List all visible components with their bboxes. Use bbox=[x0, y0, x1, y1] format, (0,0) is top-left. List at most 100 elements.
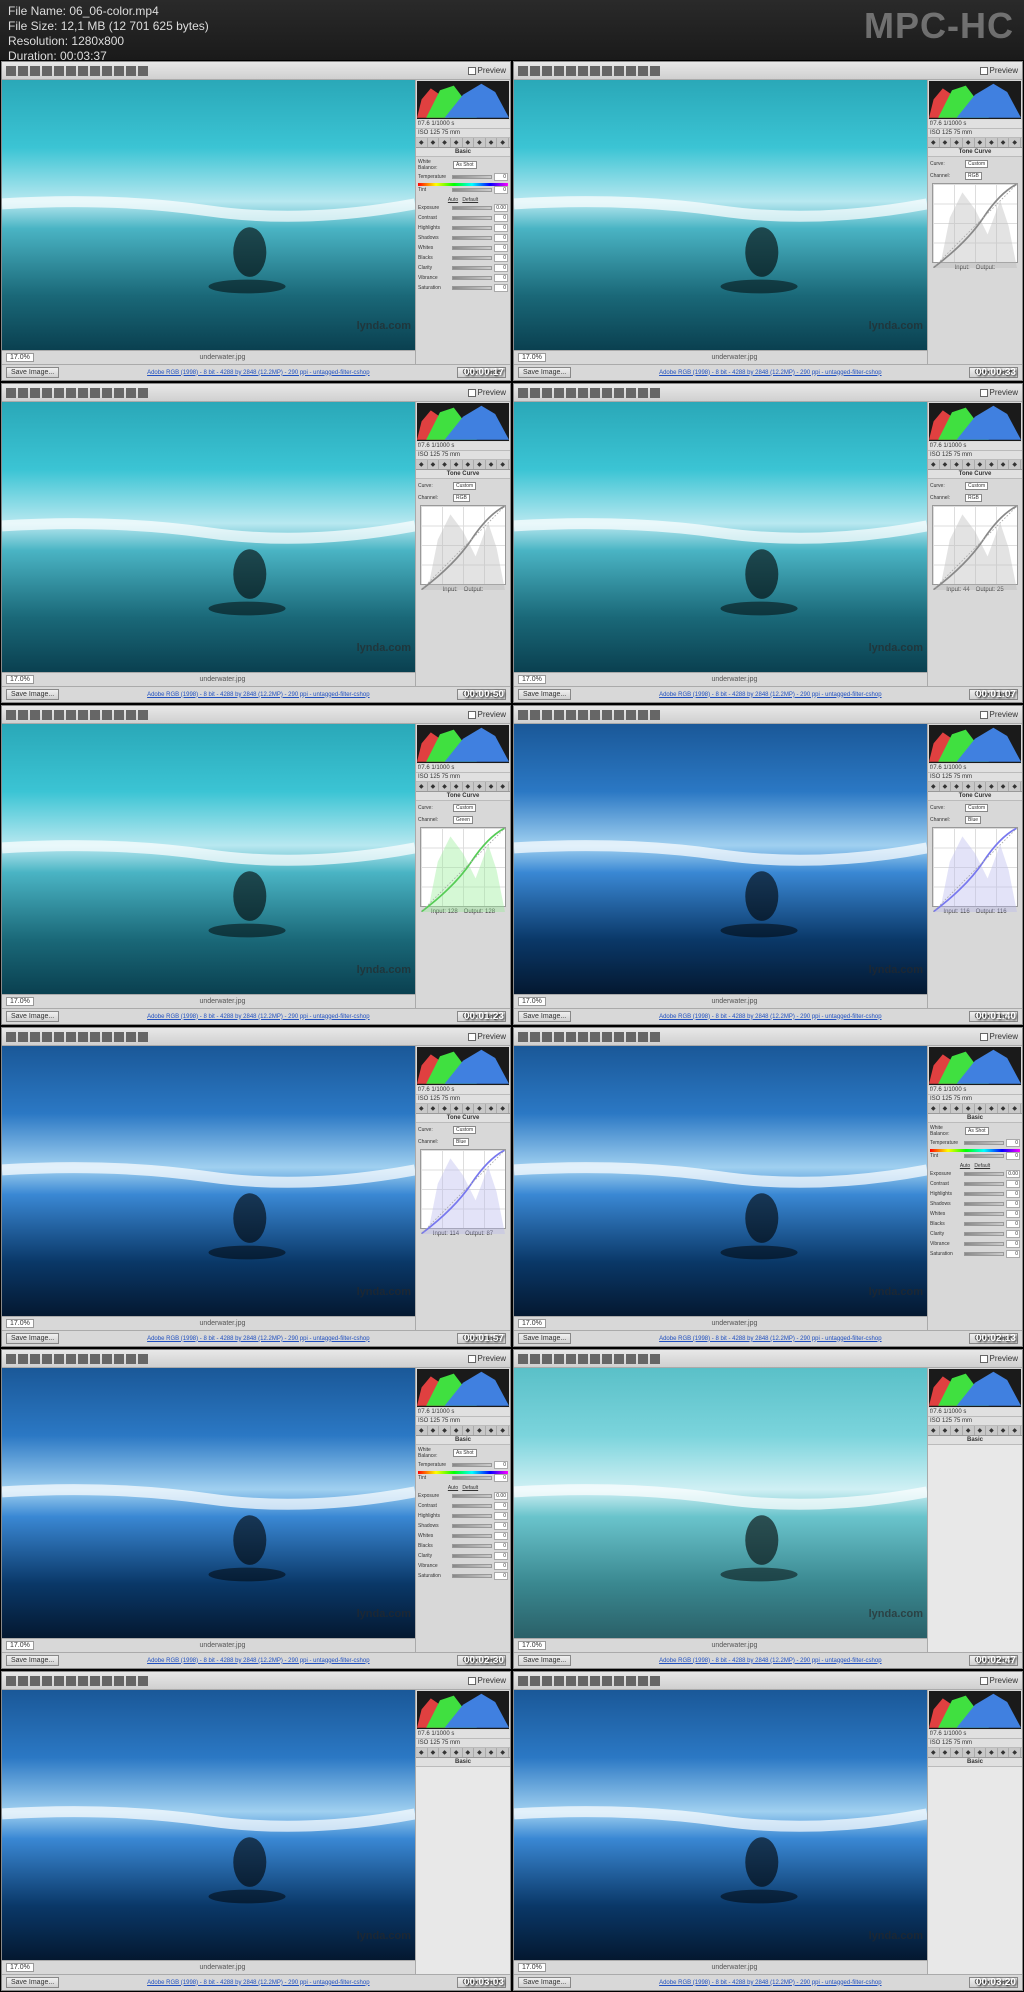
zoom-level[interactable]: 17.0% bbox=[6, 1641, 34, 1650]
slider-track[interactable] bbox=[452, 276, 492, 280]
panel-tab-icon[interactable]: ◆ bbox=[416, 138, 428, 147]
save-image-button[interactable]: Save Image... bbox=[6, 1011, 59, 1022]
tool-icon[interactable] bbox=[90, 1354, 100, 1364]
panel-tab-icon[interactable]: ◆ bbox=[416, 1748, 428, 1757]
tool-icon[interactable] bbox=[54, 1354, 64, 1364]
tool-icon[interactable] bbox=[614, 66, 624, 76]
panel-tab-icon[interactable]: ◆ bbox=[928, 138, 940, 147]
video-thumbnail[interactable]: Preview lynda.com 17.0% underwater.jpg bbox=[513, 1027, 1023, 1347]
panel-tab-icon[interactable]: ◆ bbox=[963, 1748, 975, 1757]
tool-icon[interactable] bbox=[114, 1676, 124, 1686]
channel-dropdown[interactable]: RGB bbox=[965, 494, 982, 502]
save-image-button[interactable]: Save Image... bbox=[6, 1655, 59, 1666]
tool-icon[interactable] bbox=[6, 1032, 16, 1042]
slider-value[interactable]: 0 bbox=[494, 1552, 508, 1560]
zoom-level[interactable]: 17.0% bbox=[518, 1319, 546, 1328]
preview-checkbox[interactable]: Preview bbox=[980, 710, 1018, 719]
panel-tab-icon[interactable]: ◆ bbox=[439, 460, 451, 469]
workflow-link[interactable]: Adobe RGB (1998) - 8 bit - 4288 by 2848 … bbox=[147, 370, 369, 376]
panel-tab-icon[interactable]: ◆ bbox=[940, 460, 952, 469]
panel-tab-icon[interactable]: ◆ bbox=[1009, 1426, 1021, 1435]
panel-tab-icon[interactable]: ◆ bbox=[451, 782, 463, 791]
panel-tab-icon[interactable]: ◆ bbox=[951, 1426, 963, 1435]
tool-icon[interactable] bbox=[18, 1354, 28, 1364]
tool-icon[interactable] bbox=[602, 66, 612, 76]
tool-icon[interactable] bbox=[566, 710, 576, 720]
slider-track[interactable] bbox=[452, 1494, 492, 1498]
tool-icon[interactable] bbox=[578, 710, 588, 720]
tool-icon[interactable] bbox=[138, 388, 148, 398]
image-preview[interactable]: lynda.com bbox=[514, 1368, 927, 1638]
histogram[interactable] bbox=[929, 1691, 1021, 1729]
slider-track[interactable] bbox=[964, 1202, 1004, 1206]
tool-icon[interactable] bbox=[114, 388, 124, 398]
histogram[interactable] bbox=[417, 1047, 509, 1085]
panel-tab-icon[interactable]: ◆ bbox=[463, 782, 475, 791]
zoom-level[interactable]: 17.0% bbox=[518, 675, 546, 684]
panel-tab-icon[interactable]: ◆ bbox=[975, 1104, 987, 1113]
panel-tab-icon[interactable]: ◆ bbox=[998, 1426, 1010, 1435]
slider-track[interactable] bbox=[452, 1476, 492, 1480]
panel-tab-icon[interactable]: ◆ bbox=[975, 782, 987, 791]
panel-tab-icon[interactable]: ◆ bbox=[940, 782, 952, 791]
tool-icon[interactable] bbox=[578, 1676, 588, 1686]
tool-icon[interactable] bbox=[30, 388, 40, 398]
panel-tab-icon[interactable]: ◆ bbox=[998, 460, 1010, 469]
panel-tab-icon[interactable]: ◆ bbox=[975, 460, 987, 469]
tool-icon[interactable] bbox=[518, 66, 528, 76]
panel-tab-icon[interactable]: ◆ bbox=[1009, 1748, 1021, 1757]
panel-tab-icon[interactable]: ◆ bbox=[428, 138, 440, 147]
tool-icon[interactable] bbox=[590, 710, 600, 720]
tool-icon[interactable] bbox=[530, 388, 540, 398]
panel-tab-icon[interactable]: ◆ bbox=[486, 138, 498, 147]
slider-track[interactable] bbox=[452, 236, 492, 240]
save-image-button[interactable]: Save Image... bbox=[518, 1977, 571, 1988]
tool-icon[interactable] bbox=[602, 1354, 612, 1364]
tool-icon[interactable] bbox=[614, 1676, 624, 1686]
tool-icon[interactable] bbox=[554, 388, 564, 398]
slider-value[interactable]: 0 bbox=[494, 1522, 508, 1530]
panel-tab-icon[interactable]: ◆ bbox=[951, 782, 963, 791]
tool-icon[interactable] bbox=[114, 66, 124, 76]
slider-track[interactable] bbox=[964, 1182, 1004, 1186]
slider-value[interactable]: 0 bbox=[1006, 1210, 1020, 1218]
slider-value[interactable]: 0 bbox=[494, 1532, 508, 1540]
tool-icon[interactable] bbox=[614, 1354, 624, 1364]
panel-tab-icon[interactable]: ◆ bbox=[986, 1426, 998, 1435]
tool-icon[interactable] bbox=[66, 1354, 76, 1364]
curve-editor[interactable] bbox=[932, 827, 1018, 907]
curve-dropdown[interactable]: Custom bbox=[453, 1126, 476, 1134]
panel-tab-icon[interactable]: ◆ bbox=[986, 782, 998, 791]
tool-icon[interactable] bbox=[90, 66, 100, 76]
tool-icon[interactable] bbox=[30, 66, 40, 76]
workflow-link[interactable]: Adobe RGB (1998) - 8 bit - 4288 by 2848 … bbox=[147, 692, 369, 698]
panel-tab-icon[interactable]: ◆ bbox=[486, 1426, 498, 1435]
workflow-link[interactable]: Adobe RGB (1998) - 8 bit - 4288 by 2848 … bbox=[659, 1336, 881, 1342]
tool-icon[interactable] bbox=[90, 710, 100, 720]
slider-track[interactable] bbox=[452, 188, 492, 192]
channel-dropdown[interactable]: RGB bbox=[453, 494, 470, 502]
tool-icon[interactable] bbox=[6, 710, 16, 720]
slider-value[interactable]: 0 bbox=[494, 274, 508, 282]
slider-value[interactable]: 0 bbox=[1006, 1139, 1020, 1147]
panel-tab-icon[interactable]: ◆ bbox=[463, 138, 475, 147]
panel-tab-icon[interactable]: ◆ bbox=[428, 460, 440, 469]
tool-icon[interactable] bbox=[42, 710, 52, 720]
channel-dropdown[interactable]: Green bbox=[453, 816, 473, 824]
tool-icon[interactable] bbox=[138, 1032, 148, 1042]
tool-icon[interactable] bbox=[542, 388, 552, 398]
tool-icon[interactable] bbox=[542, 1676, 552, 1686]
slider-value[interactable]: 0 bbox=[494, 1542, 508, 1550]
tool-icon[interactable] bbox=[42, 1676, 52, 1686]
image-preview[interactable]: lynda.com bbox=[2, 80, 415, 350]
panel-tab-icon[interactable]: ◆ bbox=[463, 1748, 475, 1757]
panel-tab-icon[interactable]: ◆ bbox=[463, 1426, 475, 1435]
workflow-link[interactable]: Adobe RGB (1998) - 8 bit - 4288 by 2848 … bbox=[659, 1658, 881, 1664]
tool-icon[interactable] bbox=[78, 1676, 88, 1686]
workflow-link[interactable]: Adobe RGB (1998) - 8 bit - 4288 by 2848 … bbox=[147, 1980, 369, 1986]
panel-tab-icon[interactable]: ◆ bbox=[1009, 460, 1021, 469]
zoom-level[interactable]: 17.0% bbox=[6, 1319, 34, 1328]
slider-value[interactable]: 0 bbox=[494, 224, 508, 232]
panel-tab-icon[interactable]: ◆ bbox=[474, 460, 486, 469]
tool-icon[interactable] bbox=[138, 1676, 148, 1686]
